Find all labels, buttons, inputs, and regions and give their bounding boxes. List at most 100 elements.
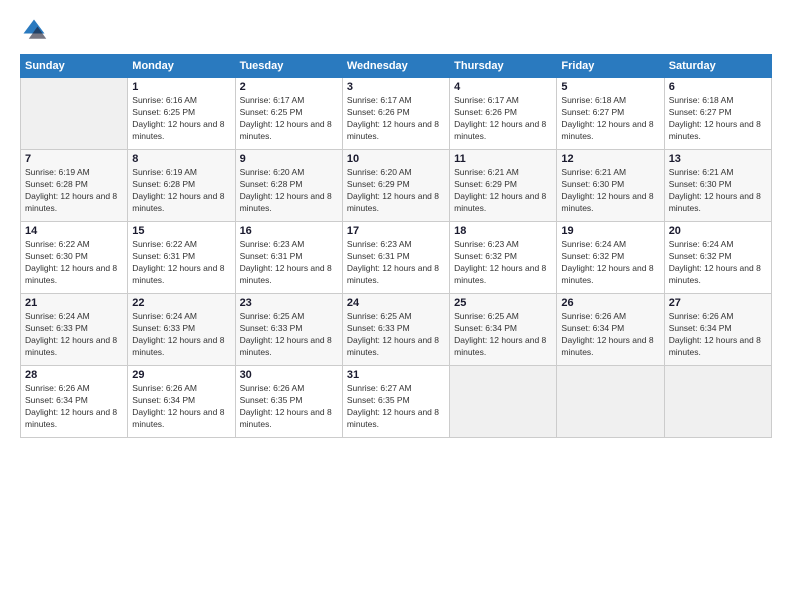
calendar-table: SundayMondayTuesdayWednesdayThursdayFrid…: [20, 54, 772, 438]
day-cell: 28 Sunrise: 6:26 AMSunset: 6:34 PMDayligh…: [21, 366, 128, 438]
day-cell: 26 Sunrise: 6:26 AMSunset: 6:34 PMDayligh…: [557, 294, 664, 366]
col-header-wednesday: Wednesday: [342, 55, 449, 78]
day-number: 31: [347, 369, 445, 381]
day-info: Sunrise: 6:19 AMSunset: 6:28 PMDaylight:…: [25, 167, 123, 215]
day-cell: 4 Sunrise: 6:17 AMSunset: 6:26 PMDaylight…: [450, 78, 557, 150]
day-cell: 30 Sunrise: 6:26 AMSunset: 6:35 PMDayligh…: [235, 366, 342, 438]
day-number: 21: [25, 297, 123, 309]
day-number: 4: [454, 81, 552, 93]
day-cell: 9 Sunrise: 6:20 AMSunset: 6:28 PMDaylight…: [235, 150, 342, 222]
logo: [20, 16, 52, 44]
col-header-tuesday: Tuesday: [235, 55, 342, 78]
col-header-sunday: Sunday: [21, 55, 128, 78]
col-header-thursday: Thursday: [450, 55, 557, 78]
day-number: 9: [240, 153, 338, 165]
day-info: Sunrise: 6:24 AMSunset: 6:33 PMDaylight:…: [132, 311, 230, 359]
day-cell: 6 Sunrise: 6:18 AMSunset: 6:27 PMDaylight…: [664, 78, 771, 150]
day-number: 28: [25, 369, 123, 381]
header: [20, 16, 772, 44]
day-info: Sunrise: 6:24 AMSunset: 6:32 PMDaylight:…: [669, 239, 767, 287]
day-info: Sunrise: 6:19 AMSunset: 6:28 PMDaylight:…: [132, 167, 230, 215]
day-info: Sunrise: 6:25 AMSunset: 6:34 PMDaylight:…: [454, 311, 552, 359]
day-cell: 22Sunrise: 6:24 AMSunset: 6:33 PMDayligh…: [128, 294, 235, 366]
day-cell: 15Sunrise: 6:22 AMSunset: 6:31 PMDayligh…: [128, 222, 235, 294]
day-number: 16: [240, 225, 338, 237]
day-number: 23: [240, 297, 338, 309]
col-header-friday: Friday: [557, 55, 664, 78]
day-info: Sunrise: 6:25 AMSunset: 6:33 PMDaylight:…: [240, 311, 338, 359]
day-cell: 8 Sunrise: 6:19 AMSunset: 6:28 PMDaylight…: [128, 150, 235, 222]
day-info: Sunrise: 6:17 AMSunset: 6:25 PMDaylight:…: [240, 95, 338, 143]
day-number: 24: [347, 297, 445, 309]
day-number: 3: [347, 81, 445, 93]
day-number: 5: [561, 81, 659, 93]
day-cell: [450, 366, 557, 438]
day-cell: 11Sunrise: 6:21 AMSunset: 6:29 PMDayligh…: [450, 150, 557, 222]
day-info: Sunrise: 6:26 AMSunset: 6:35 PMDaylight:…: [240, 383, 338, 431]
day-info: Sunrise: 6:18 AMSunset: 6:27 PMDaylight:…: [561, 95, 659, 143]
day-info: Sunrise: 6:23 AMSunset: 6:31 PMDaylight:…: [240, 239, 338, 287]
day-info: Sunrise: 6:17 AMSunset: 6:26 PMDaylight:…: [454, 95, 552, 143]
day-number: 8: [132, 153, 230, 165]
header-row: SundayMondayTuesdayWednesdayThursdayFrid…: [21, 55, 772, 78]
day-cell: 18Sunrise: 6:23 AMSunset: 6:32 PMDayligh…: [450, 222, 557, 294]
day-number: 1: [132, 81, 230, 93]
col-header-saturday: Saturday: [664, 55, 771, 78]
day-number: 7: [25, 153, 123, 165]
day-info: Sunrise: 6:16 AMSunset: 6:25 PMDaylight:…: [132, 95, 230, 143]
day-cell: 20 Sunrise: 6:24 AMSunset: 6:32 PMDayligh…: [664, 222, 771, 294]
day-info: Sunrise: 6:21 AMSunset: 6:30 PMDaylight:…: [669, 167, 767, 215]
week-row-4: 21 Sunrise: 6:24 AMSunset: 6:33 PMDayligh…: [21, 294, 772, 366]
day-info: Sunrise: 6:24 AMSunset: 6:33 PMDaylight:…: [25, 311, 123, 359]
day-number: 29: [132, 369, 230, 381]
day-info: Sunrise: 6:26 AMSunset: 6:34 PMDaylight:…: [132, 383, 230, 431]
day-number: 25: [454, 297, 552, 309]
day-cell: 2 Sunrise: 6:17 AMSunset: 6:25 PMDaylight…: [235, 78, 342, 150]
day-info: Sunrise: 6:17 AMSunset: 6:26 PMDaylight:…: [347, 95, 445, 143]
day-info: Sunrise: 6:27 AMSunset: 6:35 PMDaylight:…: [347, 383, 445, 431]
week-row-1: 1 Sunrise: 6:16 AMSunset: 6:25 PMDaylight…: [21, 78, 772, 150]
day-cell: 17Sunrise: 6:23 AMSunset: 6:31 PMDayligh…: [342, 222, 449, 294]
day-info: Sunrise: 6:21 AMSunset: 6:30 PMDaylight:…: [561, 167, 659, 215]
day-info: Sunrise: 6:23 AMSunset: 6:32 PMDaylight:…: [454, 239, 552, 287]
day-info: Sunrise: 6:24 AMSunset: 6:32 PMDaylight:…: [561, 239, 659, 287]
col-header-monday: Monday: [128, 55, 235, 78]
page: SundayMondayTuesdayWednesdayThursdayFrid…: [0, 0, 792, 612]
day-number: 10: [347, 153, 445, 165]
day-number: 20: [669, 225, 767, 237]
day-cell: 21 Sunrise: 6:24 AMSunset: 6:33 PMDayligh…: [21, 294, 128, 366]
day-info: Sunrise: 6:26 AMSunset: 6:34 PMDaylight:…: [25, 383, 123, 431]
day-cell: 13Sunrise: 6:21 AMSunset: 6:30 PMDayligh…: [664, 150, 771, 222]
day-info: Sunrise: 6:26 AMSunset: 6:34 PMDaylight:…: [669, 311, 767, 359]
day-cell: 10 Sunrise: 6:20 AMSunset: 6:29 PMDayligh…: [342, 150, 449, 222]
day-number: 6: [669, 81, 767, 93]
day-cell: 24 Sunrise: 6:25 AMSunset: 6:33 PMDayligh…: [342, 294, 449, 366]
day-cell: [664, 366, 771, 438]
day-info: Sunrise: 6:26 AMSunset: 6:34 PMDaylight:…: [561, 311, 659, 359]
day-info: Sunrise: 6:18 AMSunset: 6:27 PMDaylight:…: [669, 95, 767, 143]
day-cell: 3 Sunrise: 6:17 AMSunset: 6:26 PMDaylight…: [342, 78, 449, 150]
day-cell: 23 Sunrise: 6:25 AMSunset: 6:33 PMDayligh…: [235, 294, 342, 366]
day-info: Sunrise: 6:25 AMSunset: 6:33 PMDaylight:…: [347, 311, 445, 359]
day-cell: 31 Sunrise: 6:27 AMSunset: 6:35 PMDayligh…: [342, 366, 449, 438]
day-cell: 1 Sunrise: 6:16 AMSunset: 6:25 PMDaylight…: [128, 78, 235, 150]
week-row-2: 7 Sunrise: 6:19 AMSunset: 6:28 PMDaylight…: [21, 150, 772, 222]
day-info: Sunrise: 6:20 AMSunset: 6:28 PMDaylight:…: [240, 167, 338, 215]
day-number: 17: [347, 225, 445, 237]
day-number: 14: [25, 225, 123, 237]
day-cell: 12 Sunrise: 6:21 AMSunset: 6:30 PMDayligh…: [557, 150, 664, 222]
day-number: 19: [561, 225, 659, 237]
day-number: 26: [561, 297, 659, 309]
day-info: Sunrise: 6:22 AMSunset: 6:30 PMDaylight:…: [25, 239, 123, 287]
day-cell: 19 Sunrise: 6:24 AMSunset: 6:32 PMDayligh…: [557, 222, 664, 294]
day-number: 12: [561, 153, 659, 165]
day-info: Sunrise: 6:21 AMSunset: 6:29 PMDaylight:…: [454, 167, 552, 215]
day-cell: 27 Sunrise: 6:26 AMSunset: 6:34 PMDayligh…: [664, 294, 771, 366]
day-info: Sunrise: 6:20 AMSunset: 6:29 PMDaylight:…: [347, 167, 445, 215]
day-cell: 14 Sunrise: 6:22 AMSunset: 6:30 PMDayligh…: [21, 222, 128, 294]
day-number: 30: [240, 369, 338, 381]
week-row-5: 28 Sunrise: 6:26 AMSunset: 6:34 PMDayligh…: [21, 366, 772, 438]
day-cell: [21, 78, 128, 150]
day-number: 27: [669, 297, 767, 309]
day-number: 2: [240, 81, 338, 93]
